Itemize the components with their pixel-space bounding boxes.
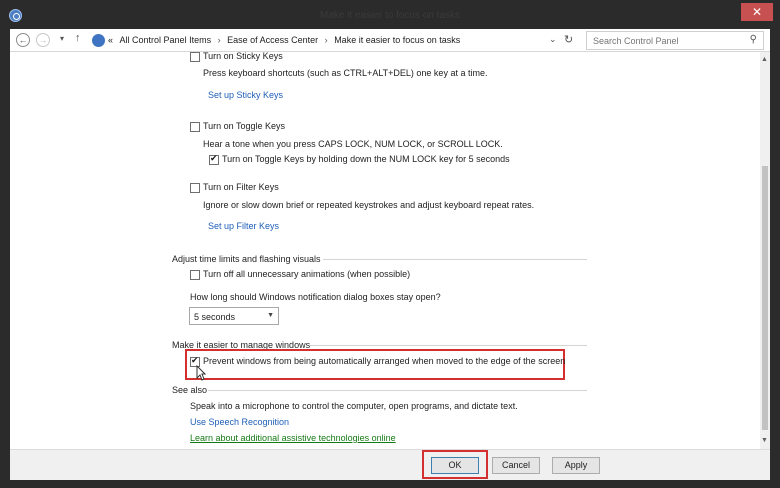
toggle-keys-description: Hear a tone when you press CAPS LOCK, NU… bbox=[203, 139, 503, 149]
close-button[interactable]: ✕ bbox=[741, 3, 773, 21]
toggle-keys-label[interactable]: Turn on Toggle Keys bbox=[203, 121, 285, 131]
time-limits-heading: Adjust time limits and flashing visuals bbox=[172, 254, 321, 264]
toggle-keys-num-lock-checkbox[interactable] bbox=[209, 153, 219, 165]
main-content: Turn on Sticky Keys Press keyboard short… bbox=[10, 52, 760, 449]
section-divider bbox=[208, 390, 587, 391]
notification-duration-value: 5 seconds bbox=[194, 312, 236, 322]
mouse-pointer-icon bbox=[196, 365, 206, 381]
assistive-technologies-link[interactable]: Learn about additional assistive technol… bbox=[190, 433, 396, 443]
set-up-filter-keys-link[interactable]: Set up Filter Keys bbox=[208, 221, 279, 231]
notification-duration-question: How long should Windows notification dia… bbox=[190, 292, 441, 302]
notification-duration-select[interactable]: 5 seconds ▼ bbox=[189, 307, 279, 325]
section-divider bbox=[310, 345, 587, 346]
speech-description: Speak into a microphone to control the c… bbox=[190, 401, 518, 411]
up-arrow-icon[interactable]: ↑ bbox=[75, 32, 81, 44]
filter-keys-label[interactable]: Turn on Filter Keys bbox=[203, 182, 279, 192]
address-bar: ← → ▾ ↑ « All Control Panel Items › Ease… bbox=[10, 29, 770, 52]
toggle-keys-num-lock-label[interactable]: Turn on Toggle Keys by holding down the … bbox=[222, 154, 510, 164]
breadcrumb-separator-icon: › bbox=[324, 35, 328, 45]
set-up-sticky-keys-link[interactable]: Set up Sticky Keys bbox=[208, 90, 283, 100]
dialog-footer: OK Cancel Apply bbox=[10, 449, 770, 480]
prevent-arrange-label[interactable]: Prevent windows from being automatically… bbox=[203, 356, 565, 366]
filter-keys-checkbox[interactable] bbox=[190, 183, 200, 193]
breadcrumb-separator-icon: › bbox=[217, 35, 221, 45]
sticky-keys-checkbox[interactable] bbox=[190, 52, 200, 62]
cancel-button[interactable]: Cancel bbox=[492, 457, 540, 474]
window-title: Make it easier to focus on tasks bbox=[319, 10, 461, 21]
recent-pages-dropdown-icon[interactable]: ▾ bbox=[60, 34, 64, 43]
forward-button[interactable]: → bbox=[36, 33, 50, 47]
vertical-scrollbar[interactable]: ▲ ▼ bbox=[760, 52, 770, 449]
breadcrumb-item-all-control-panel[interactable]: All Control Panel Items bbox=[120, 35, 212, 45]
toggle-keys-checkbox[interactable] bbox=[190, 122, 200, 132]
see-also-heading: See also bbox=[172, 385, 208, 395]
sticky-keys-description: Press keyboard shortcuts (such as CTRL+A… bbox=[203, 68, 488, 78]
title-bar: Make it easier to focus on tasks ✕ bbox=[0, 0, 780, 31]
search-box[interactable]: ⚲ bbox=[586, 31, 764, 50]
back-button[interactable]: ← bbox=[16, 33, 30, 47]
search-input[interactable] bbox=[593, 36, 743, 46]
address-dropdown-icon[interactable]: ⌄ bbox=[549, 34, 557, 45]
apply-button[interactable]: Apply bbox=[552, 457, 600, 474]
animations-label[interactable]: Turn off all unnecessary animations (whe… bbox=[203, 269, 410, 279]
scroll-up-icon[interactable]: ▲ bbox=[761, 56, 768, 63]
search-icon[interactable]: ⚲ bbox=[750, 34, 757, 45]
refresh-icon[interactable]: ↻ bbox=[564, 33, 573, 46]
breadcrumb-item-ease-of-access[interactable]: Ease of Access Center bbox=[227, 35, 318, 45]
breadcrumb-item-focus-tasks[interactable]: Make it easier to focus on tasks bbox=[334, 35, 460, 45]
breadcrumb: « All Control Panel Items › Ease of Acce… bbox=[108, 35, 460, 45]
chevron-down-icon: ▼ bbox=[267, 312, 274, 319]
sticky-keys-label[interactable]: Turn on Sticky Keys bbox=[203, 52, 283, 61]
speech-recognition-link[interactable]: Use Speech Recognition bbox=[190, 417, 289, 427]
animations-checkbox[interactable] bbox=[190, 270, 200, 280]
ok-button[interactable]: OK bbox=[431, 457, 479, 474]
control-panel-location-icon bbox=[92, 34, 105, 47]
scroll-down-icon[interactable]: ▼ bbox=[761, 437, 768, 444]
breadcrumb-overflow[interactable]: « bbox=[108, 35, 113, 45]
section-divider bbox=[323, 259, 587, 260]
scrollbar-thumb[interactable] bbox=[762, 166, 768, 430]
filter-keys-description: Ignore or slow down brief or repeated ke… bbox=[203, 200, 535, 210]
